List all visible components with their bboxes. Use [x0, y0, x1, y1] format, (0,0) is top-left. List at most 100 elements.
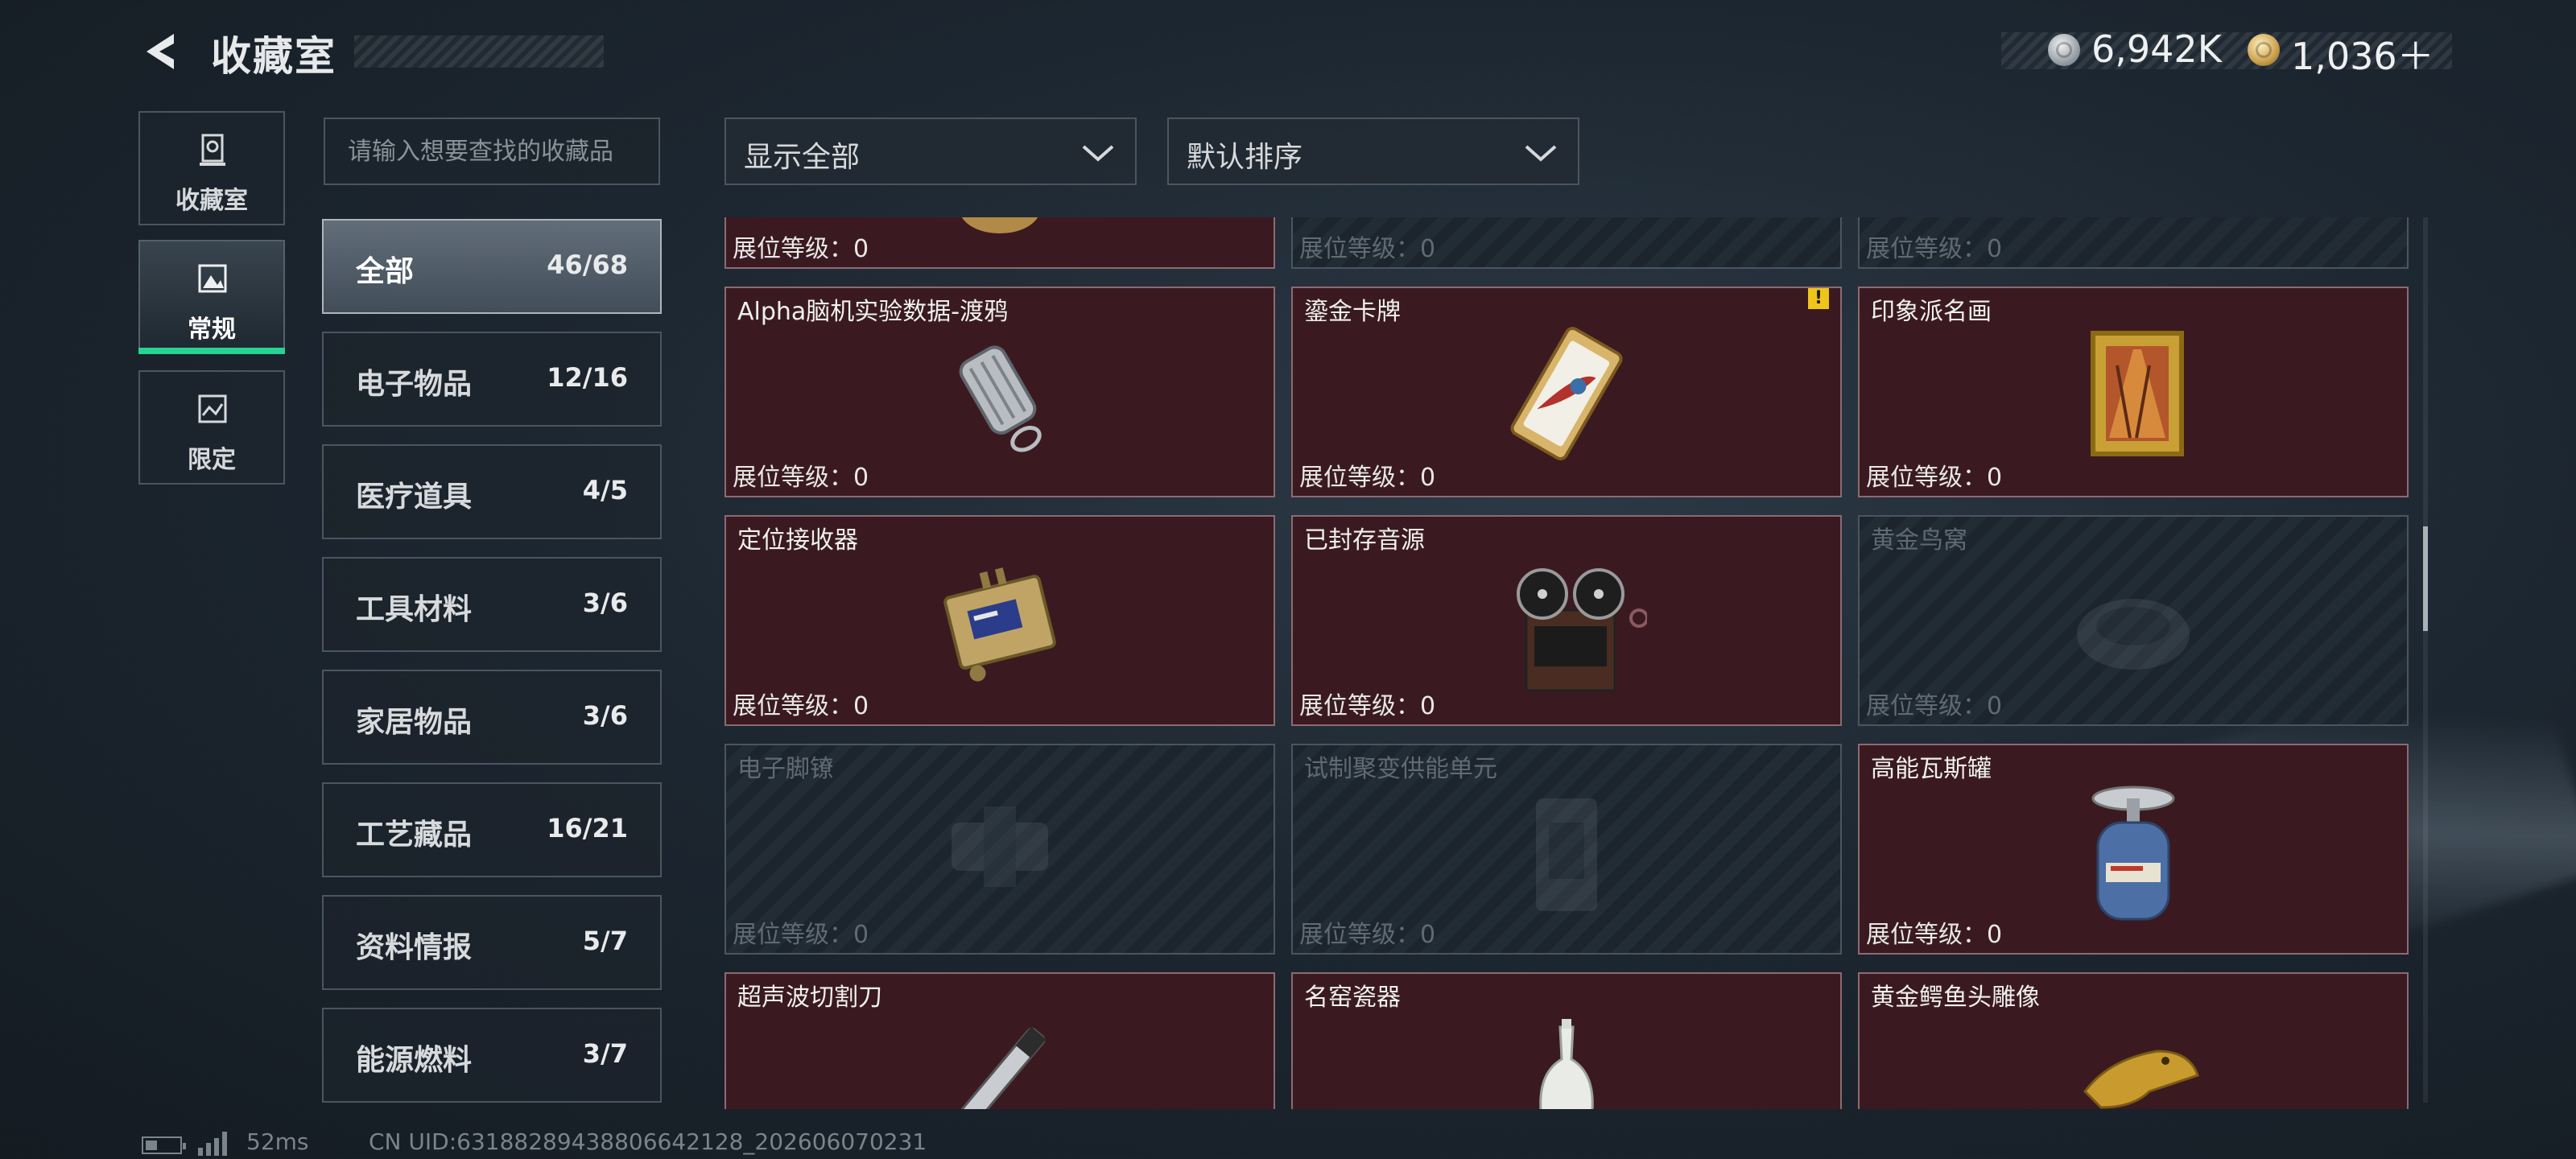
- collectible-card[interactable]: 已封存音源 展位等级：0: [1291, 515, 1842, 726]
- booth-level: 展位等级：0: [733, 692, 869, 720]
- category-count: 46/68: [547, 250, 628, 280]
- collection-grid: 展位等级：0 展位等级：0 展位等级：0 Alpha脑机实验数据-渡鸦 展位等级…: [724, 217, 2428, 1109]
- category-tools[interactable]: 工具材料 3/6: [322, 557, 662, 652]
- collectible-card[interactable]: 名窑瓷器 展位等级：0: [1291, 972, 1842, 1109]
- side-tab-label: 收藏室: [175, 187, 248, 215]
- nest-icon: [2077, 599, 2190, 670]
- reel-recorder-icon: [1517, 568, 1647, 692]
- booth-level: 展位等级：0: [1299, 235, 1436, 263]
- booth-level: 展位等级：0: [1299, 464, 1436, 492]
- category-name: 工艺藏品: [356, 819, 473, 852]
- collectible-item-icon: [961, 217, 1038, 233]
- collectible-name: 鎏金卡牌: [1304, 298, 1401, 326]
- booth-level: 展位等级：0: [1866, 692, 2003, 720]
- collectible-card[interactable]: 超声波切割刀 展位等级：0: [724, 972, 1275, 1109]
- category-medical[interactable]: 医疗道具 4/5: [322, 444, 662, 539]
- category-name: 医疗道具: [356, 481, 473, 514]
- collectible-name: 试制聚变供能单元: [1304, 755, 1497, 783]
- signal-icon: [198, 1132, 227, 1156]
- scrollbar-thumb[interactable]: [2423, 526, 2428, 631]
- trophy-icon: [200, 134, 225, 166]
- collectible-name: 黄金鳄鱼头雕像: [1871, 984, 2040, 1012]
- silver-coin-icon: [2048, 34, 2080, 66]
- display-filter-value: 显示全部: [744, 141, 861, 174]
- sort-value: 默认排序: [1187, 141, 1303, 174]
- data-drive-icon: [959, 345, 1042, 452]
- category-all[interactable]: 全部 46/68: [322, 219, 662, 314]
- gold-currency-value[interactable]: 1,036＋: [2291, 27, 2434, 80]
- category-electronics[interactable]: 电子物品 12/16: [322, 332, 662, 427]
- display-filter-dropdown[interactable]: 显示全部: [724, 118, 1137, 185]
- side-tab-regular[interactable]: 常规: [138, 240, 285, 354]
- category-name: 资料情报: [356, 931, 473, 964]
- category-count: 3/7: [582, 1038, 628, 1069]
- limited-frame-icon: [198, 394, 227, 423]
- ultrasonic-cutter-icon: [954, 1026, 1046, 1109]
- category-count: 3/6: [582, 700, 628, 731]
- collectible-card[interactable]: 高能瓦斯罐 展位等级：0: [1858, 744, 2409, 955]
- receiver-box-icon: [943, 567, 1056, 682]
- gold-coin-icon: [2248, 34, 2280, 66]
- collectible-card-locked[interactable]: 试制聚变供能单元 展位等级：0: [1291, 744, 1842, 955]
- category-count: 16/21: [547, 813, 628, 843]
- collectible-card-locked[interactable]: 展位等级：0: [1291, 217, 1842, 269]
- collectible-card[interactable]: 印象派名画 展位等级：0: [1858, 287, 2409, 497]
- collectible-card-locked[interactable]: 电子脚镣 展位等级：0: [724, 744, 1275, 955]
- image-frame-icon: [198, 264, 227, 293]
- grid-scrollbar[interactable]: [2423, 217, 2428, 1103]
- booth-level: 展位等级：0: [1299, 921, 1436, 949]
- uid-readout: CN UID:631882894388066421​28_20260607023…: [369, 1128, 927, 1155]
- chevron-down-icon: [1525, 145, 1557, 162]
- booth-level: 展位等级：0: [1299, 692, 1436, 720]
- booth-level: 展位等级：0: [1866, 921, 2003, 949]
- side-tab-collection[interactable]: 收藏室: [138, 111, 285, 225]
- category-count: 3/6: [582, 588, 628, 618]
- booth-level: 展位等级：0: [1866, 464, 2003, 492]
- page-title: 收藏室: [211, 33, 336, 80]
- fusion-unit-icon: [1536, 798, 1597, 911]
- side-tab-limited[interactable]: 限定: [138, 370, 285, 485]
- side-tab-label: 限定: [188, 446, 236, 474]
- collectible-card-locked[interactable]: 黄金鸟窝 展位等级：0: [1858, 515, 2409, 726]
- category-count: 5/7: [582, 926, 628, 956]
- silver-currency-value: 6,942K: [2091, 27, 2222, 71]
- booth-level: 展位等级：0: [733, 464, 869, 492]
- category-household[interactable]: 家居物品 3/6: [322, 670, 662, 765]
- collectible-name: 高能瓦斯罐: [1871, 755, 1992, 783]
- framed-painting-icon: [2091, 331, 2184, 456]
- collectible-card[interactable]: 展位等级：0: [724, 217, 1275, 269]
- category-name: 家居物品: [356, 706, 473, 739]
- golden-croc-icon: [2083, 1050, 2199, 1109]
- category-crafts[interactable]: 工艺藏品 16/21: [322, 782, 662, 877]
- category-fuel[interactable]: 能源燃料 3/7: [322, 1008, 662, 1103]
- collectible-card[interactable]: 黄金鳄鱼头雕像 展位等级：0: [1858, 972, 2409, 1109]
- search-input[interactable]: [324, 118, 660, 185]
- booth-level: 展位等级：0: [733, 921, 869, 949]
- sort-dropdown[interactable]: 默认排序: [1167, 118, 1579, 185]
- collectible-name: 电子脚镣: [737, 755, 834, 783]
- collectible-card[interactable]: Alpha脑机实验数据-渡鸦 展位等级：0: [724, 287, 1275, 497]
- back-arrow-icon[interactable]: [138, 29, 184, 74]
- booth-level: 展位等级：0: [733, 235, 869, 263]
- collectible-name: 已封存音源: [1304, 526, 1425, 555]
- title-decoration: [354, 35, 604, 68]
- category-name: 电子物品: [356, 368, 473, 401]
- category-name: 全部: [356, 255, 415, 288]
- battery-icon: [142, 1136, 186, 1154]
- category-count: 4/5: [582, 475, 628, 505]
- category-name: 工具材料: [356, 593, 473, 626]
- warning-badge: !: [1808, 288, 1829, 309]
- ping-readout: 52ms: [246, 1128, 309, 1155]
- collectible-name: 超声波切割刀: [737, 984, 882, 1012]
- collectible-name: 印象派名画: [1871, 298, 1992, 326]
- collectible-card[interactable]: 鎏金卡牌 ! 展位等级：0: [1291, 287, 1842, 497]
- collectible-card-locked[interactable]: 展位等级：0: [1858, 217, 2409, 269]
- side-tab-label: 常规: [188, 316, 236, 344]
- ankle-monitor-icon: [952, 806, 1048, 887]
- collectible-card[interactable]: 定位接收器 展位等级：0: [724, 515, 1275, 726]
- category-name: 能源燃料: [356, 1044, 473, 1077]
- category-count: 12/16: [547, 362, 628, 393]
- porcelain-vase-icon: [1539, 1019, 1594, 1109]
- category-intel[interactable]: 资料情报 5/7: [322, 895, 662, 990]
- collectible-name: 名窑瓷器: [1304, 984, 1401, 1012]
